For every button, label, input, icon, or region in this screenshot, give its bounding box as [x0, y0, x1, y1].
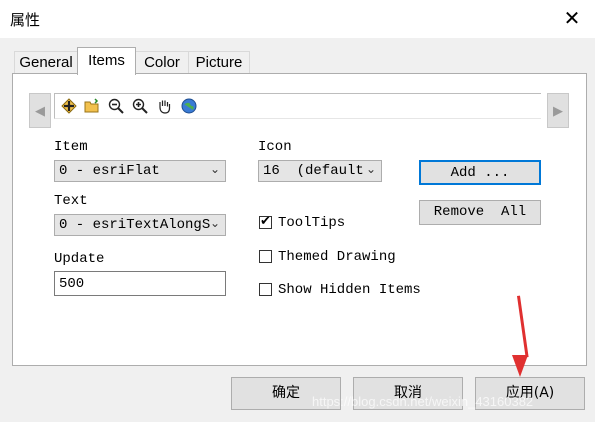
toolbar-scroll-right-button[interactable]: ▶ — [547, 93, 569, 128]
text-label: Text — [54, 193, 88, 209]
window-title: 属性 — [10, 12, 41, 29]
item-combo[interactable]: 0 - esriFlat ⌄ — [54, 160, 226, 182]
update-label: Update — [54, 251, 105, 267]
themed-drawing-label: Themed Drawing — [278, 249, 396, 265]
show-hidden-items-checkbox[interactable] — [259, 283, 272, 296]
text-combo-value: 0 - esriTextAlongS — [59, 217, 211, 233]
pan-hand-icon[interactable] — [156, 98, 172, 114]
watermark: https://blog.csdn.net/weixin_43160382 — [312, 394, 534, 409]
remove-all-button[interactable]: Remove All — [419, 200, 541, 225]
tab-items[interactable]: Items — [77, 47, 136, 75]
tab-general[interactable]: General — [14, 51, 78, 74]
annotation-arrow-head — [512, 355, 528, 377]
update-input[interactable]: 500 — [54, 271, 226, 296]
chevron-down-icon: ⌄ — [365, 162, 376, 176]
check-icon: ✔ — [260, 213, 271, 228]
chevron-down-icon: ⌄ — [209, 216, 220, 230]
add-item-icon[interactable] — [61, 98, 77, 114]
tab-picture[interactable]: Picture — [188, 51, 250, 74]
themed-drawing-checkbox[interactable] — [259, 250, 272, 263]
tab-color[interactable]: Color — [135, 51, 189, 74]
tooltips-label: ToolTips — [278, 215, 346, 231]
text-combo[interactable]: 0 - esriTextAlongS ⌄ — [54, 214, 226, 236]
update-input-value: 500 — [59, 276, 85, 292]
close-icon[interactable]: ✕ — [558, 6, 586, 32]
icon-combo[interactable]: 16 (default ⌄ — [258, 160, 382, 182]
item-label: Item — [54, 139, 88, 155]
icon-combo-value: 16 (default — [263, 163, 364, 179]
toolbar-scroll-left-button[interactable]: ◀ — [29, 93, 51, 128]
open-folder-icon[interactable] — [84, 98, 100, 114]
zoom-in-icon[interactable] — [132, 98, 148, 114]
tooltips-checkbox[interactable]: ✔ — [259, 213, 272, 229]
title-bar: 属性 ✕ — [0, 0, 595, 38]
globe-icon[interactable] — [181, 98, 197, 114]
add-button[interactable]: Add ... — [419, 160, 541, 185]
zoom-out-icon[interactable] — [108, 98, 124, 114]
icon-label: Icon — [258, 139, 292, 155]
chevron-down-icon: ⌄ — [209, 162, 220, 176]
show-hidden-items-label: Show Hidden Items — [278, 282, 421, 298]
item-combo-value: 0 - esriFlat — [59, 163, 160, 179]
toolbar — [54, 93, 541, 119]
